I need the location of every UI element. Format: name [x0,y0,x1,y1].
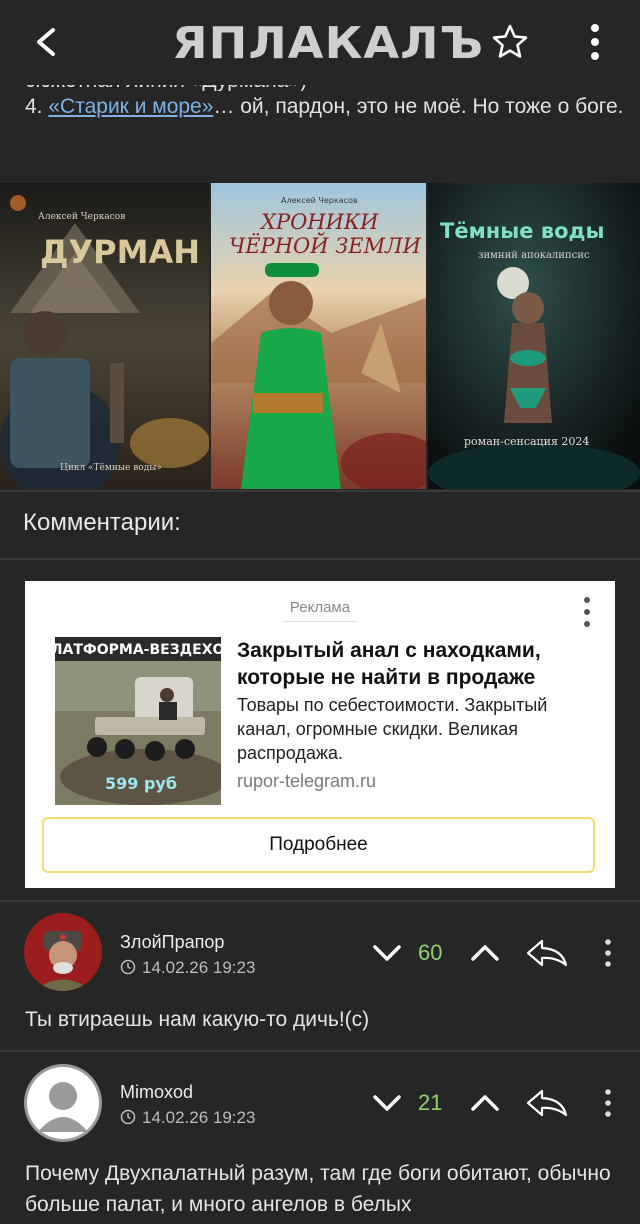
cover-dark-waters[interactable]: Тёмные воды зимний апокалипсис роман-сен… [428,183,640,489]
cover3-footer: роман-сенсация 2024 [464,435,589,448]
comment-score: 21 [418,1090,443,1115]
back-arrow-icon[interactable] [28,22,68,62]
divider [0,558,640,560]
ad-thumb-banner: ПЛАТФОРМА-ВЕЗДЕХОД [55,642,221,658]
reply-icon[interactable] [526,1088,568,1118]
reply-icon[interactable] [526,938,568,968]
cover1-author: Алексей Черкасов [38,212,125,222]
comment-date: 14.02.26 19:23 [120,958,255,978]
cover1-footer: Цикл «Тёмные воды» [60,463,162,473]
ad-thumbnail[interactable]: ПЛАТФОРМА-ВЕЗДЕХОД 599 руб [55,637,221,805]
star-icon[interactable] [490,22,530,62]
vote-down-icon[interactable] [372,1092,402,1114]
book-covers: Алексей Черкасов ДУРМАН Цикл «Тёмные вод… [0,183,640,489]
cover2-author: Алексей Черкасов [281,196,358,205]
ad-label-underline [283,621,357,622]
ad-thumb-price: 599 руб [105,774,177,793]
comment-author[interactable]: ЗлойПрапор [120,932,224,953]
comment-author[interactable]: Mimoxod [120,1082,193,1103]
ad-description: Товары по себестоимости. Закрытый канал,… [237,695,548,763]
ad-menu-icon[interactable] [580,595,594,629]
cover3-title: Тёмные воды [440,219,604,243]
more-menu-icon[interactable] [580,20,610,64]
ad-label: Реклама [289,599,351,616]
comment-menu-icon[interactable] [603,938,613,968]
comment-text: Ты втираешь нам какую-то дичь!(с) [25,1008,370,1031]
cover2-title-1: ХРОНИКИ [259,210,379,234]
vote-up-icon[interactable] [470,942,500,964]
divider [0,490,640,492]
comment-date-text: 14.02.26 19:23 [142,958,256,977]
app-header: ЯПЛАКАЛЪ [0,0,640,85]
comments-title: Комментарии: [23,509,181,536]
clock-icon [120,959,136,975]
comment-score: 60 [418,940,443,965]
vote-up-icon[interactable] [470,1092,500,1114]
vote-down-icon[interactable] [372,942,402,964]
comment-date: 14.02.26 19:23 [120,1108,255,1128]
ad-domain: rupor-telegram.ru [237,771,377,791]
comment: Mimoxod 14.02.26 19:23 21 Почему Двухпал… [0,1052,640,1224]
cover2-title-2: ЧЁРНОЙ ЗЕМЛИ [229,233,422,258]
logo-text: ЯПЛАКАЛЪ [172,18,485,69]
comment: ЗлойПрапор 14.02.26 19:23 60 Ты втираешь… [0,902,640,1050]
avatar[interactable] [24,913,102,991]
cover1-title: ДУРМАН [40,233,200,271]
avatar[interactable] [24,1064,102,1142]
clock-icon [120,1109,136,1125]
cover-chronicles[interactable]: Алексей Черкасов ХРОНИКИ ЧЁРНОЙ ЗЕМЛИ [211,183,426,489]
cover-durman[interactable]: Алексей Черкасов ДУРМАН Цикл «Тёмные вод… [0,183,209,489]
ad-card[interactable]: Реклама ПЛАТФОРМА-ВЕЗДЕХОД 599 руб Закры… [25,581,615,888]
comment-text: Почему Двухпалатный разум, там где боги … [25,1162,611,1216]
site-logo[interactable]: ЯПЛАКАЛЪ [172,14,483,70]
comment-date-text: 14.02.26 19:23 [142,1108,256,1127]
comment-menu-icon[interactable] [603,1088,613,1118]
ad-headline[interactable]: Закрытый анал с находками, которые не на… [237,637,597,691]
cover3-subtitle: зимний апокалипсис [478,250,590,261]
link-old-man-and-sea[interactable]: «Старик и море» [48,95,213,118]
ad-more-button[interactable]: Подробнее [42,817,595,873]
post-line-4: 4. «Старик и море»… ой, пардон, это не м… [25,95,624,118]
